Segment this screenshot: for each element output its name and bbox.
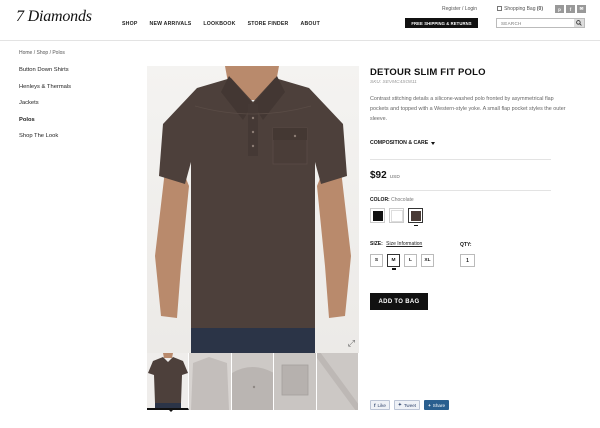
- email-icon[interactable]: ✉: [577, 5, 586, 13]
- expand-icon[interactable]: ⤢: [348, 338, 355, 349]
- color-label-text: COLOR:: [370, 197, 390, 203]
- thumbnail-2-image: [191, 357, 230, 410]
- facebook-icon: f: [374, 402, 376, 408]
- composition-care-label: COMPOSITION & CARE: [370, 140, 429, 146]
- size-information-link[interactable]: Size Information: [386, 241, 422, 247]
- qty-input[interactable]: 1: [460, 254, 475, 267]
- tweet-label: Tweet: [403, 402, 417, 408]
- thumbnail-strip: [147, 353, 359, 410]
- color-label: COLOR: Chocolate: [370, 197, 414, 203]
- bag-count: (0): [536, 6, 543, 12]
- search-box: [496, 18, 585, 28]
- breadcrumb[interactable]: Home / Shop / Polos: [19, 50, 65, 56]
- price-currency: USD: [389, 175, 400, 180]
- product-sku: SKU: SEVMC4SO811: [370, 80, 417, 85]
- swatch-white[interactable]: [389, 208, 404, 223]
- size-label-text: SIZE:: [370, 241, 383, 247]
- add-to-bag-button[interactable]: ADD TO BAG: [370, 293, 428, 310]
- facebook-like-button[interactable]: f Like: [370, 400, 390, 410]
- thumbnail-3[interactable]: [231, 353, 275, 410]
- sidebar-item-shop-the-look[interactable]: Shop The Look: [19, 133, 71, 139]
- header-divider: [0, 40, 600, 41]
- search-icon: [576, 20, 582, 26]
- nav-shop[interactable]: SHOP: [122, 21, 138, 27]
- color-value: Chocolate: [391, 197, 414, 203]
- size-label: SIZE: Size Information: [370, 241, 422, 247]
- share-bar: f Like ✦ Tweet + Share: [370, 400, 450, 410]
- thumbnail-5-image: [316, 353, 358, 410]
- nav-store-finder[interactable]: STORE FINDER: [248, 21, 289, 27]
- shopping-bag-link[interactable]: Shopping Bag (0): [497, 6, 543, 12]
- bag-icon: [497, 6, 503, 11]
- size-m[interactable]: M: [387, 254, 400, 270]
- twitter-icon: ✦: [397, 402, 402, 407]
- composition-care-toggle[interactable]: COMPOSITION & CARE: [370, 140, 436, 146]
- shipping-banner[interactable]: FREE SHIPPING & RETURNS: [405, 18, 478, 28]
- search-input[interactable]: [497, 19, 574, 27]
- divider: [370, 159, 551, 160]
- swatch-black[interactable]: [370, 208, 385, 223]
- thumbnail-4[interactable]: [274, 353, 317, 410]
- search-button[interactable]: [574, 19, 584, 27]
- like-label: Like: [377, 402, 386, 408]
- product-description: Contrast stitching details a silicone-wa…: [370, 96, 566, 122]
- brand-logo[interactable]: 7 Diamonds: [16, 8, 92, 26]
- thumbnail-1-image: [148, 353, 188, 408]
- product-price: $92 USD: [370, 170, 400, 181]
- product-photo: [155, 66, 351, 353]
- pinterest-icon[interactable]: p: [555, 5, 564, 13]
- nav-about[interactable]: ABOUT: [301, 21, 320, 27]
- qty-label: QTY:: [460, 242, 472, 248]
- sidebar-item-henleys-thermals[interactable]: Henleys & Thermals: [19, 84, 71, 90]
- color-swatches: [370, 208, 423, 226]
- price-amount: $92: [370, 170, 387, 181]
- share-icon: +: [428, 402, 431, 408]
- bag-label: Shopping Bag: [504, 6, 536, 12]
- swatch-chocolate[interactable]: [408, 208, 423, 226]
- thumbnail-2[interactable]: [189, 353, 232, 410]
- share-label: Share: [432, 402, 446, 408]
- size-xl[interactable]: XL: [421, 254, 434, 267]
- account-link[interactable]: Register / Login: [442, 6, 477, 12]
- facebook-icon[interactable]: f: [566, 5, 575, 13]
- thumbnail-4-image: [281, 364, 309, 396]
- caret-down-icon: [431, 141, 436, 145]
- sidebar-item-polos[interactable]: Polos: [19, 117, 71, 123]
- size-options: S M L XL: [370, 254, 434, 270]
- category-sidebar: Button Down Shirts Henleys & Thermals Ja…: [19, 67, 71, 150]
- active-thumbnail-indicator: [168, 409, 174, 412]
- nav-lookbook[interactable]: LOOKBOOK: [203, 21, 235, 27]
- utility-bar: Register / Login Shopping Bag (0) p f ✉: [442, 5, 586, 13]
- thumbnail-3-image: [231, 367, 274, 410]
- nav-new-arrivals[interactable]: NEW ARRIVALS: [150, 21, 192, 27]
- product-main-image[interactable]: ⤢: [147, 66, 359, 353]
- tweet-button[interactable]: ✦ Tweet: [393, 400, 421, 410]
- sidebar-item-button-down-shirts[interactable]: Button Down Shirts: [19, 67, 71, 73]
- sidebar-item-jackets[interactable]: Jackets: [19, 100, 71, 106]
- size-l[interactable]: L: [404, 254, 417, 267]
- share-button[interactable]: + Share: [424, 400, 450, 410]
- divider: [370, 190, 551, 191]
- thumbnail-1[interactable]: [147, 353, 190, 410]
- thumbnail-5[interactable]: [316, 353, 359, 410]
- size-s[interactable]: S: [370, 254, 383, 267]
- main-nav: SHOP NEW ARRIVALS LOOKBOOK STORE FINDER …: [122, 21, 320, 27]
- social-links: p f ✉: [555, 5, 586, 13]
- product-title: DETOUR SLIM FIT POLO: [370, 67, 486, 78]
